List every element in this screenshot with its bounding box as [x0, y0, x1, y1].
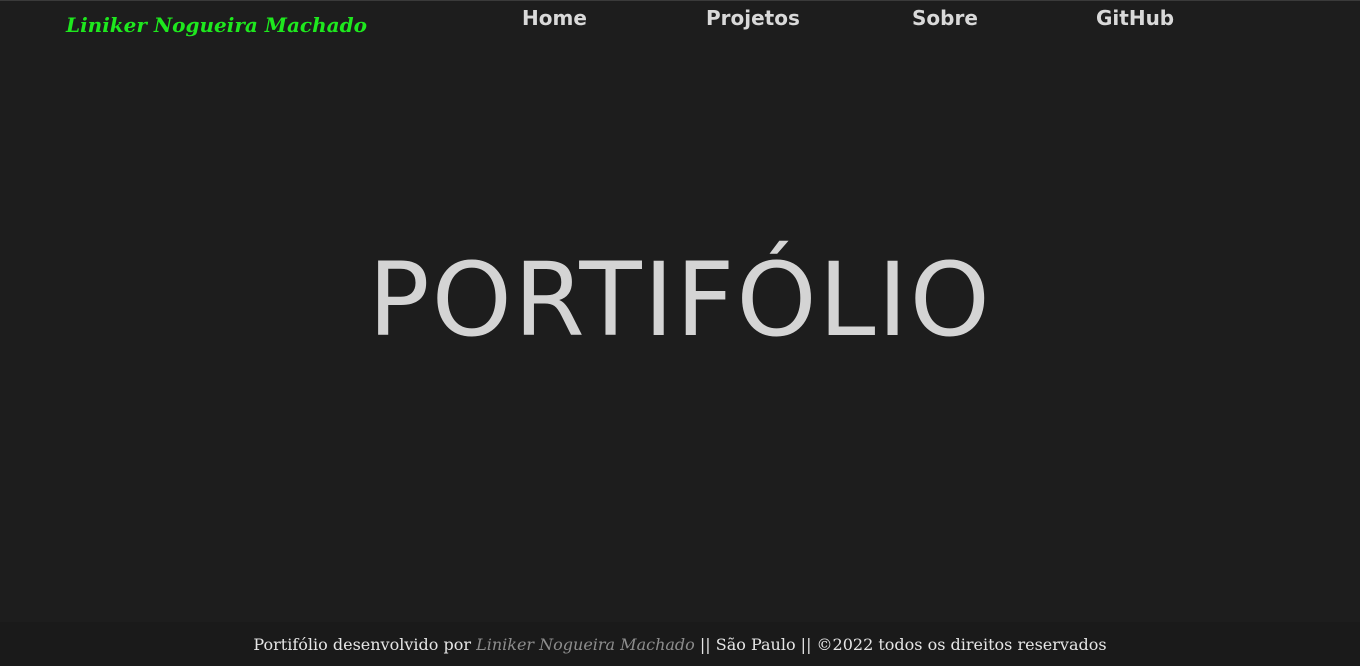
footer-author-link[interactable]: Liniker Nogueira Machado	[476, 635, 695, 654]
nav-sobre-link[interactable]: Sobre	[912, 6, 978, 30]
page-footer: Portifólio desenvolvido por Liniker Nogu…	[0, 622, 1360, 666]
portfolio-page: Liniker Nogueira Machado Home Projetos S…	[0, 0, 1360, 666]
hero-title: PORTIFÓLIO	[368, 241, 992, 360]
nav-projetos-link[interactable]: Projetos	[706, 6, 800, 30]
brand-link[interactable]: Liniker Nogueira Machado	[66, 13, 367, 37]
footer-prefix: Portifólio desenvolvido por	[253, 635, 477, 654]
nav-home-link[interactable]: Home	[522, 6, 587, 30]
footer-suffix: || São Paulo || ©2022 todos os direitos …	[694, 635, 1107, 654]
nav-github-link[interactable]: GitHub	[1096, 6, 1174, 30]
